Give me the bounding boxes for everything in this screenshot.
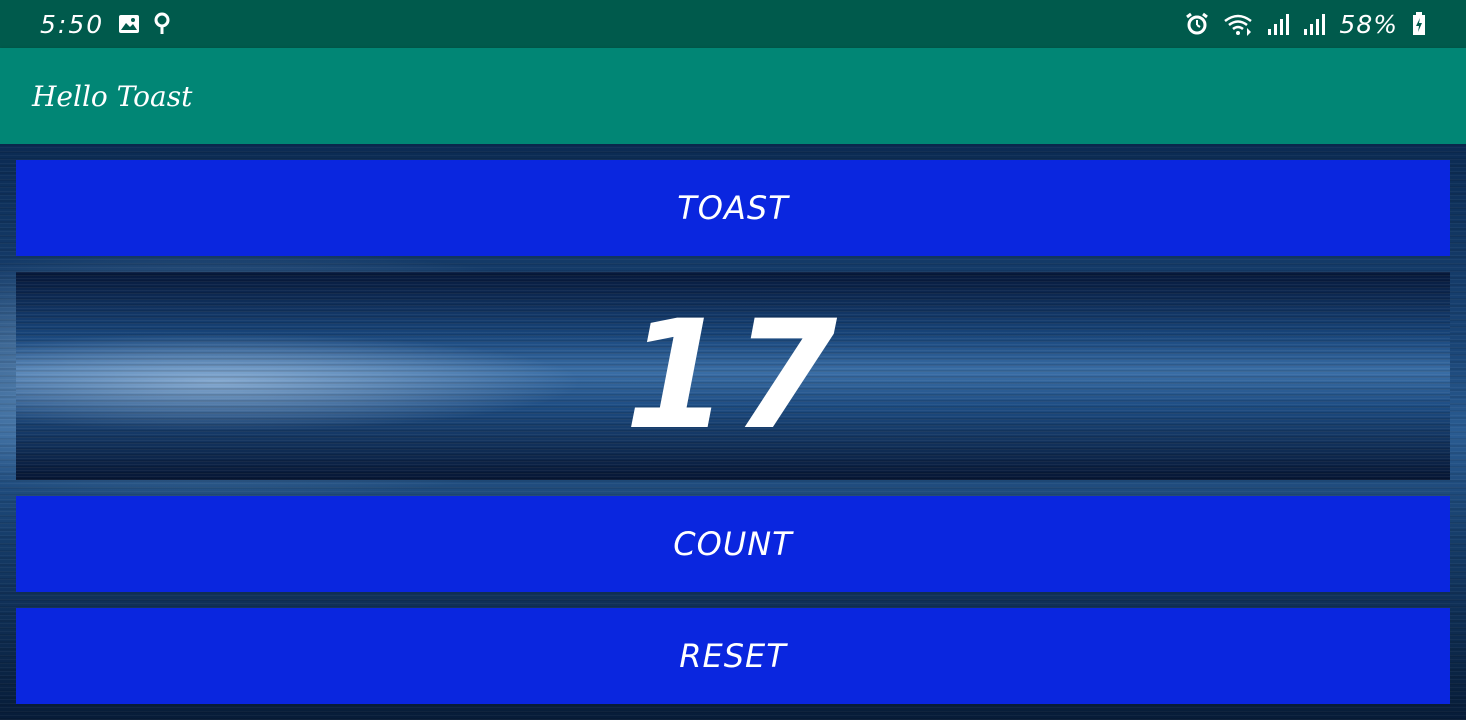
alarm-icon — [1185, 12, 1209, 36]
signal-icon — [1303, 13, 1326, 35]
wifi-icon — [1223, 12, 1253, 36]
count-value: 17 — [624, 289, 842, 463]
image-icon — [118, 14, 140, 34]
app-bar: Hello Toast — [0, 48, 1466, 144]
battery-percent: 58% — [1339, 9, 1398, 39]
battery-charging-icon — [1412, 12, 1426, 36]
location-icon — [154, 12, 170, 36]
status-left: 5:50 — [40, 10, 170, 39]
signal-icon — [1267, 13, 1290, 35]
toast-button[interactable]: TOAST — [16, 160, 1450, 256]
count-button[interactable]: COUNT — [16, 496, 1450, 592]
count-display: 17 — [16, 272, 1450, 480]
reset-button[interactable]: RESET — [16, 608, 1450, 704]
status-right: 58% — [1185, 10, 1426, 39]
app-title: Hello Toast — [32, 79, 193, 113]
status-bar: 5:50 58% — [0, 0, 1466, 48]
status-time: 5:50 — [40, 9, 105, 39]
